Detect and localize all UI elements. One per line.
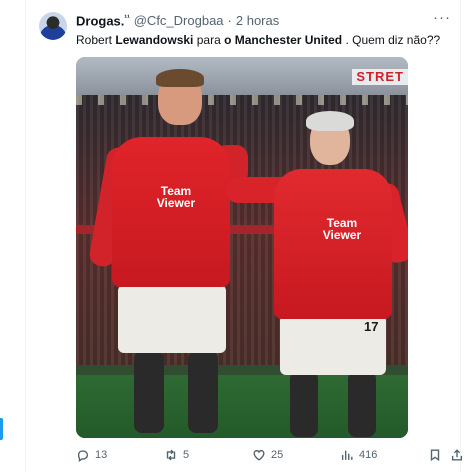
tweet-header: Drogas.¹¹ @Cfc_Drogbaa · 2 horas — [76, 13, 279, 31]
retweet-count: 5 — [183, 449, 190, 461]
shirt-sponsor: Team Viewer — [322, 216, 362, 242]
tweet-photo[interactable]: STRET Team Viewer 17 Team Viewer — [76, 57, 408, 438]
player-left-leg — [134, 351, 164, 433]
display-name[interactable]: Drogas.¹¹ — [76, 13, 130, 28]
reply-icon — [77, 450, 89, 462]
reply-button[interactable]: 13 — [76, 447, 107, 463]
shirt-sponsor: Team Viewer — [156, 184, 196, 210]
tweet-text: Robert Lewandowski para o Manchester Uni… — [76, 33, 441, 47]
avatar[interactable] — [39, 12, 67, 40]
views-count: 416 — [359, 449, 378, 461]
shirt-number: 17 — [364, 319, 379, 334]
retweet-icon — [166, 449, 176, 461]
retweet-button[interactable]: 5 — [164, 447, 189, 463]
user-handle[interactable]: @Cfc_Drogbaa — [134, 13, 224, 28]
tweet-actions: 13 5 25 416 — [76, 447, 463, 463]
player-right-leg-right — [348, 371, 376, 437]
player-left-hair — [156, 69, 204, 87]
player-right-shirt — [274, 169, 392, 319]
timeline-right-border — [460, 0, 461, 472]
player-left-shirt — [112, 137, 230, 287]
bookmark-button[interactable] — [428, 447, 442, 463]
player-left-leg-right — [188, 351, 218, 433]
player-right-leg — [290, 371, 318, 437]
share-icon — [451, 449, 463, 461]
views-button[interactable]: 416 — [340, 447, 377, 463]
stadium-sign: STRET — [352, 69, 408, 85]
player-right-hair — [306, 111, 354, 131]
like-button[interactable]: 25 — [252, 447, 283, 463]
separator-dot: · — [227, 13, 232, 29]
like-icon — [253, 449, 265, 461]
player-left-shorts — [118, 285, 226, 353]
share-button[interactable] — [450, 447, 464, 463]
more-icon[interactable]: ··· — [432, 9, 452, 27]
views-icon — [341, 450, 353, 460]
reply-count: 13 — [95, 449, 108, 461]
bookmark-icon — [430, 449, 440, 462]
timestamp[interactable]: 2 horas — [236, 13, 279, 28]
player-right: 17 Team Viewer — [226, 107, 408, 438]
like-count: 25 — [271, 449, 284, 461]
side-indicator — [0, 418, 3, 440]
tweet-card[interactable]: Drogas.¹¹ @Cfc_Drogbaa · 2 horas ··· Rob… — [26, 0, 463, 472]
